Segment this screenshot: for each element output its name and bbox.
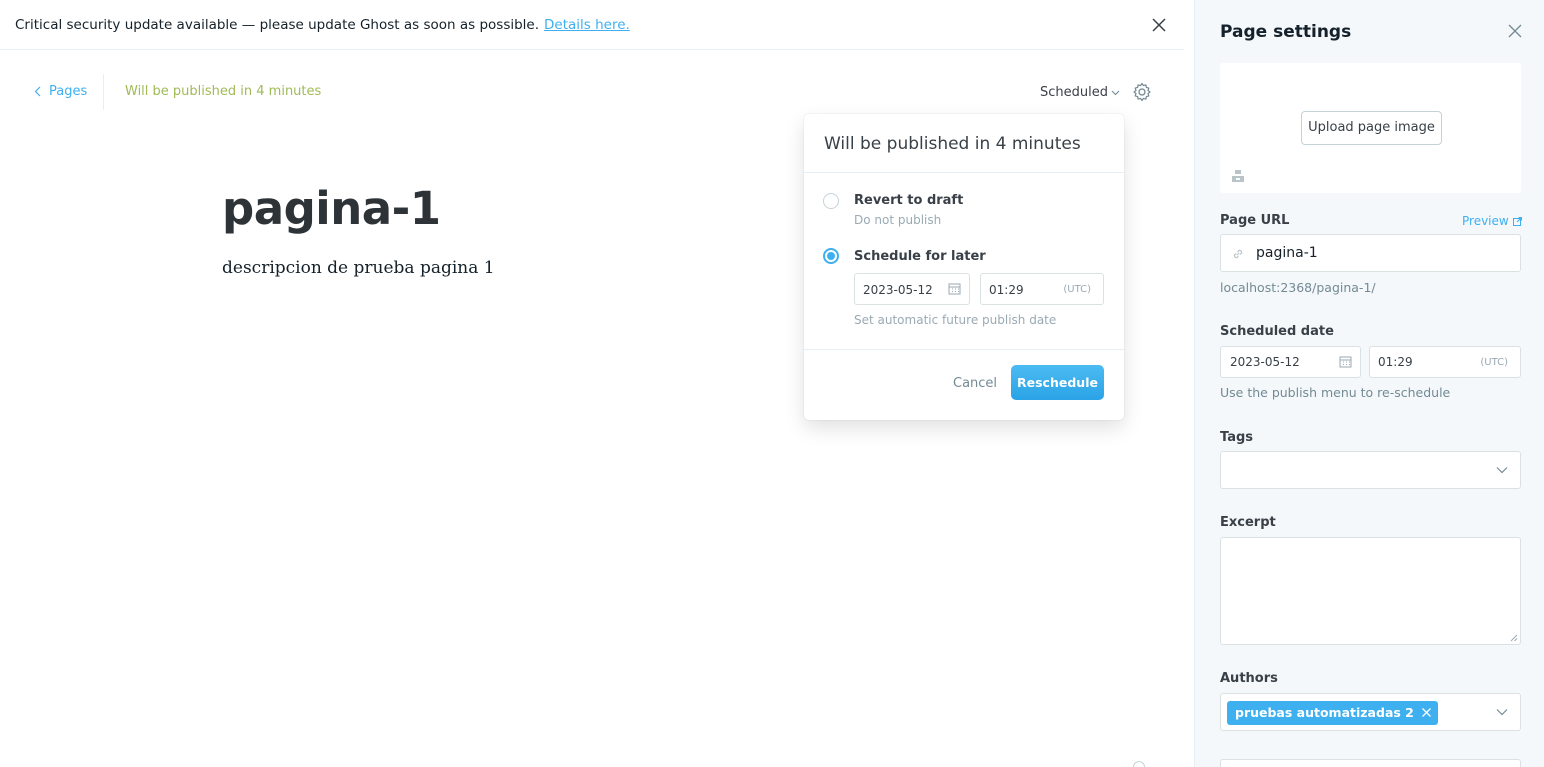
- page-settings-panel: Page settings Upload page image Page URL…: [1194, 0, 1544, 767]
- panel-title: Page settings: [1220, 22, 1352, 42]
- scheduled-date-label: Scheduled date: [1220, 324, 1334, 339]
- revert-to-draft-radio[interactable]: [823, 193, 839, 209]
- chevron-down-icon: [1496, 709, 1508, 716]
- external-link-icon: [1512, 216, 1522, 226]
- unsplash-icon[interactable]: [1231, 169, 1245, 183]
- scheduled-date-value: 2023-05-12: [1230, 355, 1300, 369]
- editor-area: Critical security update available — ple…: [0, 0, 1194, 767]
- editor-topbar: Pages Will be published in 4 minutes Sch…: [0, 70, 1184, 114]
- scheduled-hint: Use the publish menu to re-schedule: [1220, 385, 1451, 400]
- excerpt-label: Excerpt: [1220, 515, 1276, 530]
- popover-time-input[interactable]: 01:29 (UTC): [980, 273, 1104, 305]
- chevron-left-icon: [34, 86, 41, 97]
- tags-label: Tags: [1220, 430, 1254, 445]
- preview-link[interactable]: Preview: [1462, 214, 1522, 228]
- publish-menu-trigger[interactable]: Scheduled: [1040, 85, 1120, 100]
- authors-label: Authors: [1220, 671, 1278, 686]
- calendar-icon: [1339, 356, 1352, 368]
- schedule-later-label[interactable]: Schedule for later: [854, 249, 986, 264]
- resize-handle-icon[interactable]: [1510, 634, 1518, 642]
- page-title[interactable]: pagina-1: [222, 182, 441, 235]
- close-icon[interactable]: [1150, 16, 1168, 34]
- schedule-hint: Set automatic future publish date: [854, 313, 1057, 327]
- page-slug-value: pagina-1: [1256, 245, 1318, 261]
- popover-date-input[interactable]: 2023-05-12: [854, 273, 970, 305]
- page-url-label: Page URL: [1220, 213, 1290, 228]
- next-field[interactable]: [1220, 759, 1521, 767]
- page-body-text[interactable]: descripcion de prueba pagina 1: [222, 258, 495, 278]
- feature-image-box: Upload page image: [1220, 63, 1521, 193]
- publish-menu-label: Scheduled: [1040, 85, 1108, 100]
- author-name: pruebas automatizadas 2: [1235, 705, 1414, 720]
- popover-heading: Will be published in 4 minutes: [804, 114, 1124, 173]
- scheduled-time-input[interactable]: 01:29 (UTC): [1369, 346, 1521, 378]
- preview-label: Preview: [1462, 214, 1509, 228]
- chevron-down-icon: [1496, 467, 1508, 474]
- alert-message: Critical security update available — ple…: [15, 16, 540, 33]
- reschedule-button[interactable]: Reschedule: [1011, 365, 1104, 400]
- gear-icon[interactable]: [1132, 82, 1152, 102]
- chevron-down-icon: [1111, 90, 1120, 95]
- scheduled-time-value: 01:29: [1378, 355, 1413, 369]
- publish-status-text: Will be published in 4 minutes: [125, 84, 322, 99]
- alert-details-link[interactable]: Details here.: [544, 17, 630, 33]
- publish-popover: Will be published in 4 minutes Revert to…: [804, 114, 1124, 420]
- revert-to-draft-sub: Do not publish: [854, 213, 942, 227]
- timezone-label: (UTC): [1063, 284, 1091, 295]
- revert-to-draft-label[interactable]: Revert to draft: [854, 193, 963, 208]
- popover-date-value: 2023-05-12: [863, 283, 933, 297]
- cancel-button[interactable]: Cancel: [953, 376, 997, 391]
- scheduled-date-input[interactable]: 2023-05-12: [1220, 346, 1361, 378]
- calendar-icon: [948, 283, 961, 295]
- back-to-pages-link[interactable]: Pages: [34, 84, 87, 99]
- popover-time-value: 01:29: [989, 283, 1024, 297]
- upload-image-button[interactable]: Upload page image: [1301, 111, 1442, 145]
- tags-input[interactable]: [1220, 451, 1521, 489]
- author-token: pruebas automatizadas 2: [1227, 701, 1438, 725]
- excerpt-textarea[interactable]: [1220, 537, 1521, 645]
- divider: [804, 349, 1124, 350]
- schedule-later-radio[interactable]: [823, 248, 839, 264]
- page-url-input[interactable]: pagina-1: [1220, 234, 1521, 272]
- link-icon: [1233, 249, 1243, 259]
- remove-author-icon[interactable]: [1421, 707, 1432, 718]
- divider: [103, 74, 104, 110]
- back-label: Pages: [49, 84, 88, 99]
- security-alert: Critical security update available — ple…: [0, 0, 1184, 50]
- timezone-label: (UTC): [1480, 357, 1508, 368]
- page-url-preview: localhost:2368/pagina-1/: [1220, 280, 1376, 295]
- authors-input[interactable]: pruebas automatizadas 2: [1220, 693, 1521, 731]
- help-icon[interactable]: [1133, 761, 1145, 767]
- close-icon[interactable]: [1508, 24, 1522, 38]
